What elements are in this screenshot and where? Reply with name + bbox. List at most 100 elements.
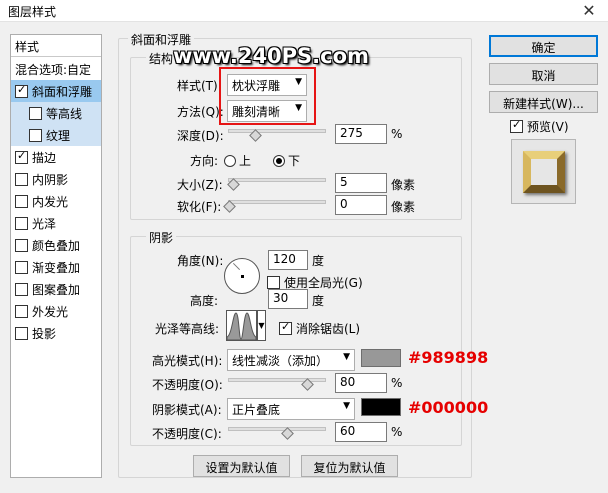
styles-list: 样式 混合选项:自定 斜面和浮雕 等高线 纹理 描边 内阴影 内发光 光泽 颜色… (10, 34, 102, 478)
depth-unit: % (391, 127, 403, 141)
checkbox[interactable] (15, 173, 28, 186)
style-item-satin[interactable]: 光泽 (11, 212, 101, 234)
style-label: 样式(T): (177, 79, 222, 93)
shadow-mode-value: 正片叠底 (232, 403, 281, 417)
checkbox[interactable] (15, 195, 28, 208)
highlight-mode-select[interactable]: 线性减淡（添加） ▼ (227, 349, 355, 371)
style-preview-thumbnail (511, 139, 576, 204)
style-item-contour[interactable]: 等高线 (11, 102, 101, 124)
angle-dial-needle (232, 262, 241, 271)
shading-title: 阴影 (146, 229, 177, 246)
style-item-inner-shadow[interactable]: 内阴影 (11, 168, 101, 190)
direction-down-label: 下 (288, 154, 301, 168)
checkbox[interactable] (15, 217, 28, 230)
style-item-label: 描边 (32, 151, 57, 165)
structure-title: 结构 (146, 50, 177, 67)
radio-icon (273, 155, 285, 167)
style-item-label: 混合选项:自定 (15, 63, 92, 77)
style-item-label: 图案叠加 (32, 283, 81, 297)
gloss-contour-preview[interactable] (226, 310, 257, 341)
shadow-opacity-label: 不透明度(C): (152, 427, 222, 441)
dropdown-arrow-icon: ▼ (343, 401, 350, 411)
highlight-color-swatch[interactable] (361, 349, 401, 367)
highlight-opacity-input[interactable]: 80 (335, 373, 387, 393)
highlight-hex-annotation: #989898 (408, 348, 489, 367)
style-item-label: 斜面和浮雕 (32, 85, 93, 99)
checkbox[interactable] (15, 83, 28, 98)
cancel-button[interactable]: 取消 (489, 63, 598, 85)
style-item-stroke[interactable]: 描边 (11, 146, 101, 168)
style-item-label: 外发光 (32, 305, 69, 319)
checkbox[interactable] (15, 149, 28, 164)
checkbox[interactable] (15, 305, 28, 318)
antialias-checkbox[interactable]: 消除锯齿(L) (279, 320, 360, 337)
antialias-label: 消除锯齿(L) (296, 322, 361, 336)
style-item-label: 光泽 (32, 217, 57, 231)
highlight-mode-value: 线性减淡（添加） (232, 354, 329, 368)
gloss-contour-dropdown-icon[interactable]: ▼ (257, 310, 266, 341)
watermark: www.240PS.com (173, 44, 369, 68)
checkbox[interactable] (29, 129, 42, 142)
gloss-contour-label: 光泽等高线: (155, 322, 220, 336)
checkbox[interactable] (15, 327, 28, 340)
shadow-mode-label: 阴影模式(A): (152, 403, 222, 417)
style-item-inner-glow[interactable]: 内发光 (11, 190, 101, 212)
technique-label: 方法(Q): (177, 105, 224, 119)
direction-up-label: 上 (239, 154, 252, 168)
styles-header[interactable]: 样式 (11, 35, 101, 57)
angle-input[interactable]: 120 (268, 250, 308, 270)
direction-down-radio[interactable]: 下 (273, 152, 300, 169)
style-item-drop-shadow[interactable]: 投影 (11, 322, 101, 344)
ok-button[interactable]: 确定 (489, 35, 598, 57)
checkbox[interactable] (15, 261, 28, 274)
depth-slider[interactable] (228, 129, 326, 133)
style-item-outer-glow[interactable]: 外发光 (11, 300, 101, 322)
angle-label: 角度(N): (177, 254, 224, 268)
style-item-texture[interactable]: 纹理 (11, 124, 101, 146)
new-style-button[interactable]: 新建样式(W)... (489, 91, 598, 113)
soften-unit: 像素 (391, 200, 416, 214)
highlight-opacity-unit: % (391, 376, 403, 390)
altitude-input[interactable]: 30 (268, 289, 308, 309)
style-item-blending[interactable]: 混合选项:自定 (11, 58, 101, 80)
shadow-mode-select[interactable]: 正片叠底 ▼ (227, 398, 355, 420)
soften-input[interactable]: 0 (335, 195, 387, 215)
shadow-opacity-unit: % (391, 425, 403, 439)
dropdown-arrow-icon: ▼ (343, 352, 350, 362)
soften-slider[interactable] (228, 200, 326, 204)
highlight-box (219, 67, 316, 125)
direction-label: 方向: (190, 154, 219, 168)
checkbox[interactable] (15, 283, 28, 296)
style-item-bevel[interactable]: 斜面和浮雕 (11, 80, 101, 102)
make-default-button[interactable]: 设置为默认值 (193, 455, 290, 477)
style-item-gradient-overlay[interactable]: 渐变叠加 (11, 256, 101, 278)
depth-label: 深度(D): (177, 129, 224, 143)
reset-default-button[interactable]: 复位为默认值 (301, 455, 398, 477)
preview-checkbox[interactable]: 预览(V) (510, 118, 569, 135)
checkbox[interactable] (15, 239, 28, 252)
shadow-opacity-input[interactable]: 60 (335, 422, 387, 442)
checkbox[interactable] (29, 107, 42, 120)
preview-label: 预览(V) (527, 120, 569, 134)
style-item-pattern-overlay[interactable]: 图案叠加 (11, 278, 101, 300)
close-icon[interactable]: ✕ (578, 1, 600, 21)
contour-curve-icon (226, 312, 257, 341)
soften-label: 软化(F): (177, 200, 222, 214)
angle-dial[interactable] (224, 258, 260, 294)
style-item-label: 等高线 (46, 107, 83, 121)
radio-icon (224, 155, 236, 167)
style-item-color-overlay[interactable]: 颜色叠加 (11, 234, 101, 256)
size-slider[interactable] (228, 178, 326, 182)
altitude-unit: 度 (312, 294, 325, 308)
checkbox (267, 276, 280, 289)
size-input[interactable]: 5 (335, 173, 387, 193)
size-label: 大小(Z): (177, 178, 223, 192)
shadow-color-swatch[interactable] (361, 398, 401, 416)
shadow-opacity-slider[interactable] (228, 427, 326, 431)
checkbox (510, 118, 523, 133)
depth-input[interactable]: 275 (335, 124, 387, 144)
style-item-label: 纹理 (46, 129, 71, 143)
global-light-label: 使用全局光(G) (284, 276, 363, 290)
direction-up-radio[interactable]: 上 (224, 152, 251, 169)
checkbox (279, 320, 292, 335)
